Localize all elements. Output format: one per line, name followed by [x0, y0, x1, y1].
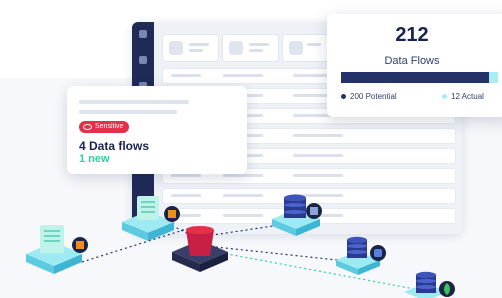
sensitive-bucket-node: [172, 226, 228, 272]
database-node-2: [336, 236, 386, 275]
aws-icon: [164, 206, 180, 222]
flow-connector: [205, 245, 357, 263]
potential-label: 200 Potential: [350, 92, 397, 101]
potential-dot-icon: [341, 94, 346, 99]
data-flows-total: 212: [395, 24, 429, 46]
potential-fill: [341, 72, 490, 83]
database-icon: [347, 236, 367, 258]
actual-label: 12 Actual: [451, 92, 484, 101]
database-badge-icon: [370, 245, 386, 261]
document-stack-icon: [137, 196, 159, 220]
server-icon: [306, 203, 322, 219]
database-node-1: [272, 194, 322, 236]
new-flows-count: 1 new: [79, 153, 110, 165]
data-flows-summary-card[interactable]: 212 Data Flows 200 Potential 12 Actual: [327, 14, 502, 117]
aws-icon: [72, 237, 88, 253]
flows-progress-bar: [341, 72, 498, 83]
actual-legend: 12 Actual: [442, 92, 484, 101]
sensitive-badge-label: Sensitive: [95, 123, 124, 130]
database-icon: [284, 194, 306, 218]
data-flows-label: Data Flows: [384, 55, 440, 67]
flow-connector-new: [205, 249, 421, 291]
leaf-icon: [439, 281, 455, 297]
data-flows-count: 4 Data flows: [79, 139, 150, 153]
document-server-middle-node: [122, 196, 180, 241]
bucket-icon: [186, 226, 214, 256]
document-stack-icon: [40, 225, 64, 253]
document-server-left-node: [26, 225, 88, 274]
database-node-3: [404, 271, 455, 298]
actual-dot-icon: [442, 94, 447, 99]
database-icon: [416, 271, 436, 293]
potential-legend: 200 Potential: [341, 92, 397, 101]
eye-icon: [83, 124, 92, 130]
sensitive-badge: Sensitive: [79, 121, 130, 133]
